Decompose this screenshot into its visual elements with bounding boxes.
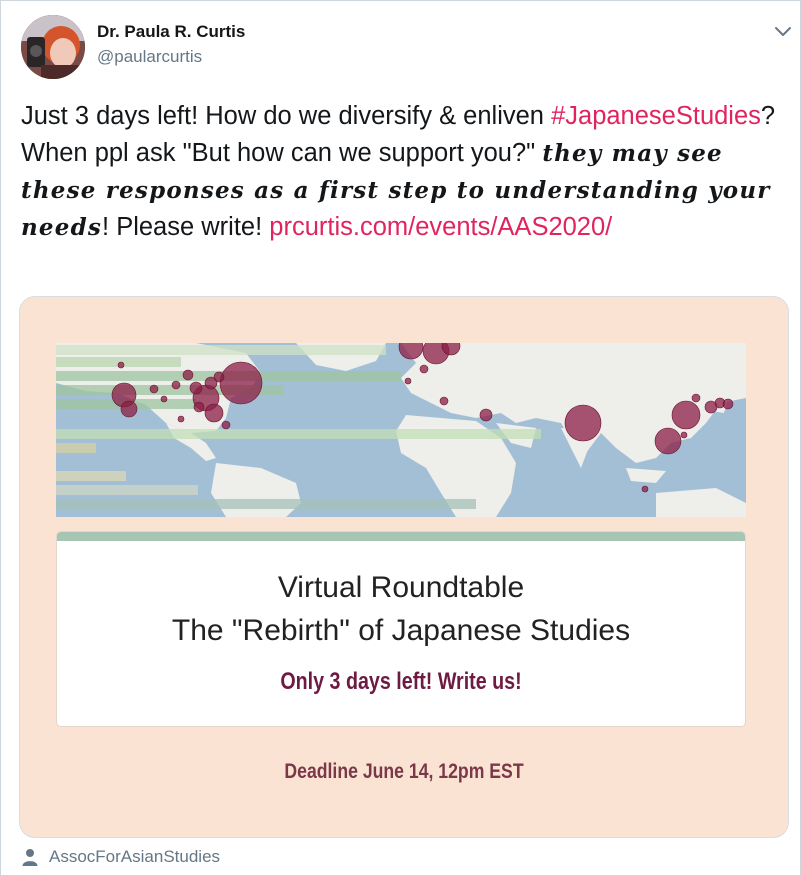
chevron-down-icon[interactable] xyxy=(771,21,795,41)
url-link[interactable]: prcurtis.com/events/AAS2020/ xyxy=(269,213,612,241)
tweet-text-part: ! Please write! xyxy=(102,213,270,241)
callout-text: Only 3 days left! Write us! xyxy=(280,668,522,695)
roundtable-subtitle: The "Rebirth" of Japanese Studies xyxy=(171,614,631,647)
tweet-text-part: Just 3 days left! How do we diversify & … xyxy=(21,102,552,130)
info-box-accent-bar xyxy=(57,532,745,541)
link-card[interactable]: Virtual Roundtable The "Rebirth" of Japa… xyxy=(19,296,789,838)
world-map-image xyxy=(56,343,746,517)
avatar[interactable] xyxy=(21,15,85,79)
hashtag-link[interactable]: #JapaneseStudies xyxy=(551,102,761,130)
person-icon xyxy=(22,849,38,866)
author-name[interactable]: Dr. Paula R. Curtis xyxy=(97,22,245,42)
avatar-image xyxy=(21,15,85,79)
roundtable-info-box: Virtual Roundtable The "Rebirth" of Japa… xyxy=(56,531,746,727)
deadline-text: Deadline June 14, 12pm EST xyxy=(284,760,524,783)
tagged-user-name[interactable]: AssocForAsianStudies xyxy=(49,847,220,867)
tweet-container: Dr. Paula R. Curtis @paularcurtis Just 3… xyxy=(0,0,801,876)
tweet-text: Just 3 days left! How do we diversify & … xyxy=(21,98,781,246)
author-handle[interactable]: @paularcurtis xyxy=(97,47,202,67)
roundtable-title: Virtual Roundtable xyxy=(277,571,525,604)
